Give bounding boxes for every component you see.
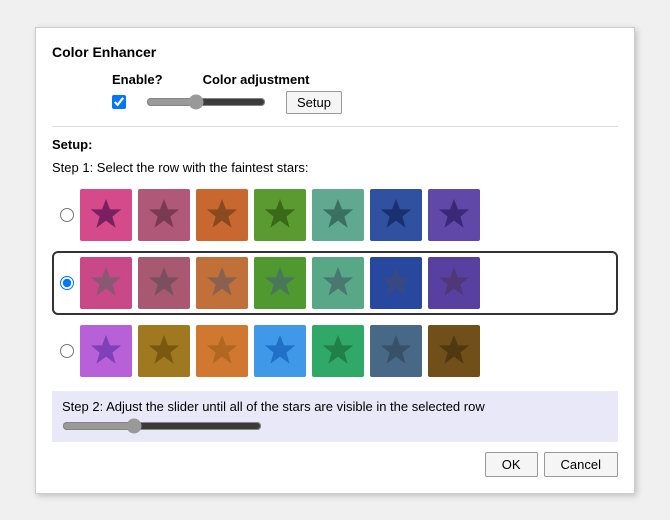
- enable-checkbox[interactable]: [112, 95, 126, 109]
- enable-checkbox-area: [112, 95, 126, 109]
- step2-text: Step 2: Adjust the slider until all of t…: [62, 399, 485, 414]
- star-icon-r2-s6: [434, 331, 474, 371]
- divider: [52, 126, 618, 127]
- star-cell-r2-s6: [428, 325, 480, 377]
- star-icon-r0-s2: [202, 195, 242, 235]
- color-adjustment-label: Color adjustment: [203, 72, 310, 87]
- star-cell-r2-s1: [138, 325, 190, 377]
- star-icon-r2-s1: [144, 331, 184, 371]
- star-cell-r0-s5: [370, 189, 422, 241]
- star-row-2: [52, 321, 618, 381]
- star-cell-r1-s0: [80, 257, 132, 309]
- color-adjustment-slider-area: [146, 94, 266, 110]
- dialog-title: Color Enhancer: [52, 44, 618, 60]
- star-cell-r0-s6: [428, 189, 480, 241]
- star-icon-r0-s3: [260, 195, 300, 235]
- star-cell-r2-s4: [312, 325, 364, 377]
- star-cell-r0-s0: [80, 189, 132, 241]
- star-cell-r1-s4: [312, 257, 364, 309]
- star-icon-r2-s4: [318, 331, 358, 371]
- star-icon-r1-s5: [376, 263, 416, 303]
- row-radio-2[interactable]: [60, 344, 74, 358]
- star-icon-r2-s2: [202, 331, 242, 371]
- star-cell-r2-s2: [196, 325, 248, 377]
- star-icon-r2-s5: [376, 331, 416, 371]
- star-cell-r2-s3: [254, 325, 306, 377]
- star-cell-r1-s3: [254, 257, 306, 309]
- star-icon-r1-s6: [434, 263, 474, 303]
- bottom-buttons: OK Cancel: [52, 452, 618, 477]
- star-icon-r0-s4: [318, 195, 358, 235]
- star-icon-r0-s5: [376, 195, 416, 235]
- step1-label: Step 1: Select the row with the faintest…: [52, 160, 618, 175]
- row-radio-1[interactable]: [60, 276, 74, 290]
- star-row-1: [52, 251, 618, 315]
- color-enhancer-dialog: Color Enhancer Enable? Color adjustment …: [35, 27, 635, 494]
- star-icon-r0-s0: [86, 195, 126, 235]
- star-icon-r1-s4: [318, 263, 358, 303]
- star-cell-r2-s0: [80, 325, 132, 377]
- star-cell-r1-s6: [428, 257, 480, 309]
- star-cell-r0-s1: [138, 189, 190, 241]
- star-icon-r2-s3: [260, 331, 300, 371]
- star-icon-r1-s1: [144, 263, 184, 303]
- star-cell-r0-s2: [196, 189, 248, 241]
- cancel-button[interactable]: Cancel: [544, 452, 618, 477]
- star-icon-r2-s0: [86, 331, 126, 371]
- star-row-0: [52, 185, 618, 245]
- step2-slider[interactable]: [62, 418, 262, 434]
- star-cell-r1-s1: [138, 257, 190, 309]
- star-rows-container: [52, 185, 618, 381]
- setup-section-label: Setup:: [52, 137, 618, 152]
- row-radio-0[interactable]: [60, 208, 74, 222]
- star-icon-r1-s0: [86, 263, 126, 303]
- star-cell-r1-s5: [370, 257, 422, 309]
- star-icon-r0-s6: [434, 195, 474, 235]
- ok-button[interactable]: OK: [485, 452, 538, 477]
- star-cell-r0-s4: [312, 189, 364, 241]
- star-icon-r1-s3: [260, 263, 300, 303]
- star-cell-r1-s2: [196, 257, 248, 309]
- star-cell-r2-s5: [370, 325, 422, 377]
- step2-area: Step 2: Adjust the slider until all of t…: [52, 391, 618, 442]
- star-icon-r0-s1: [144, 195, 184, 235]
- setup-button[interactable]: Setup: [286, 91, 342, 114]
- star-icon-r1-s2: [202, 263, 242, 303]
- color-adjustment-slider[interactable]: [146, 94, 266, 110]
- star-cell-r0-s3: [254, 189, 306, 241]
- enable-label: Enable?: [112, 72, 163, 87]
